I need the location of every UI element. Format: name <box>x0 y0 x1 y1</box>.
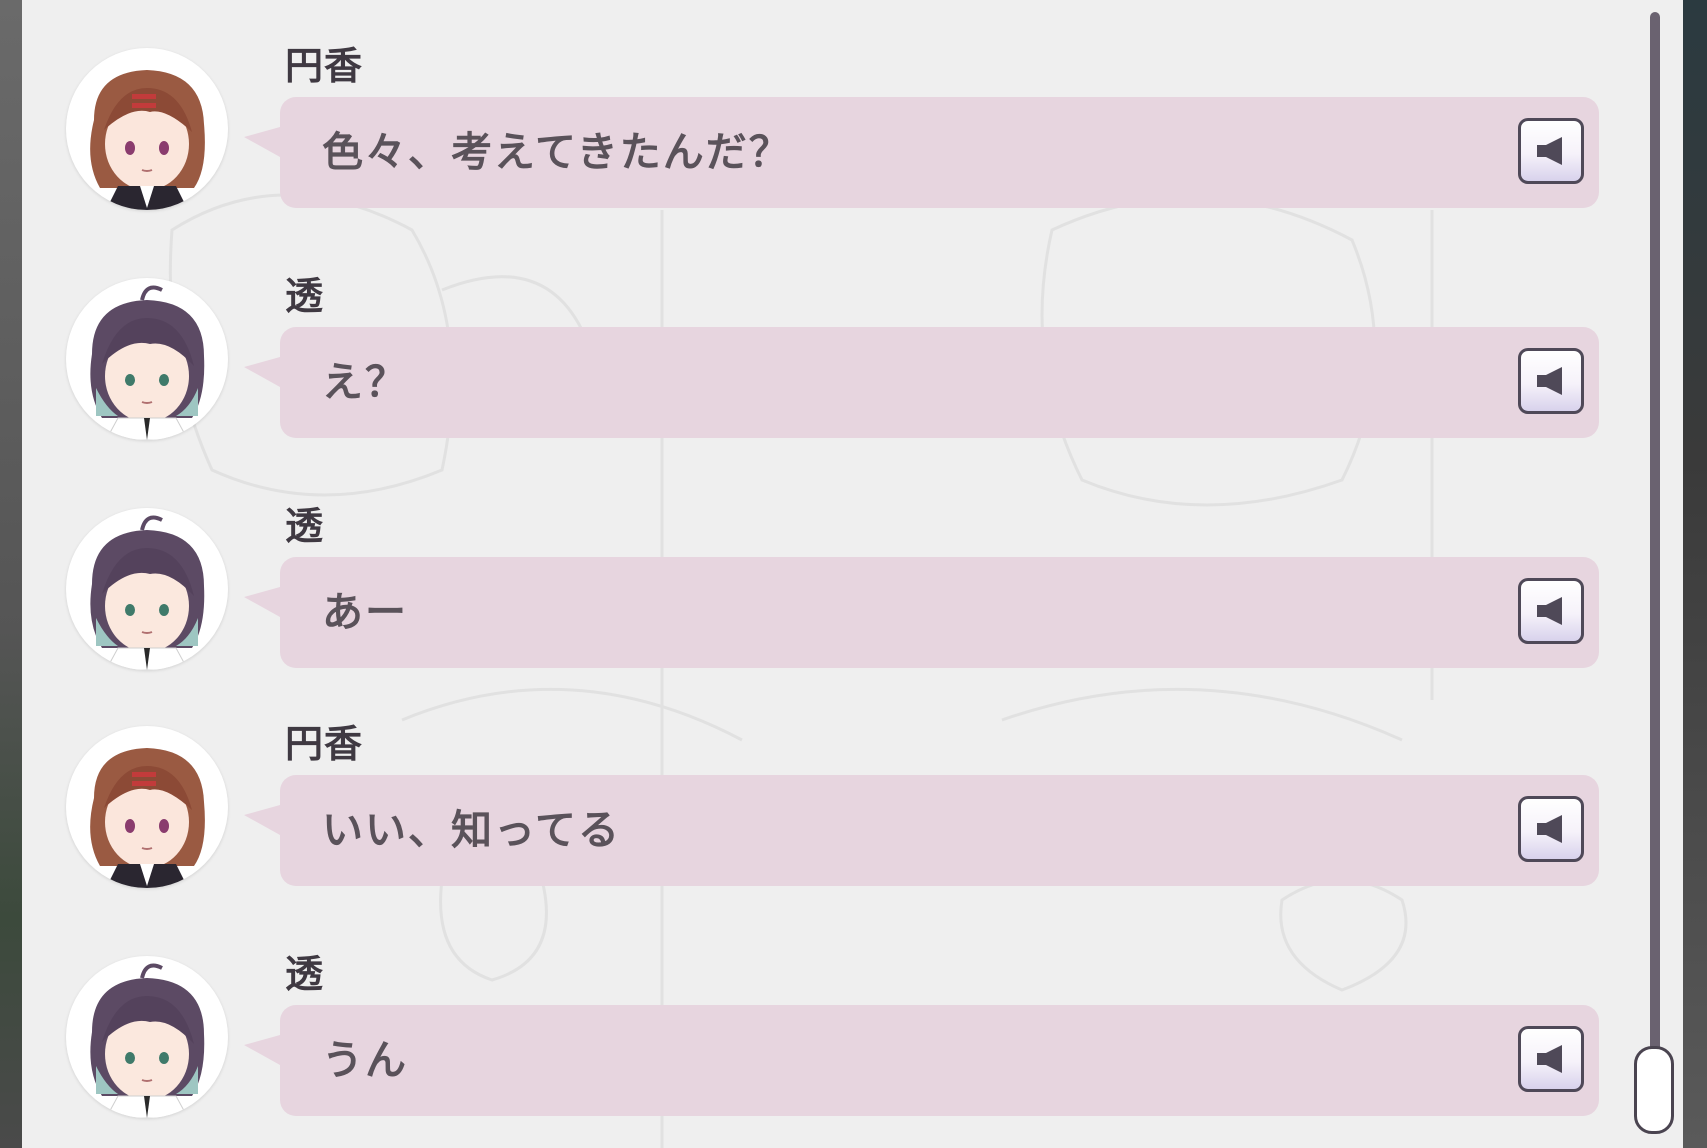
log-entry: 透 え？ <box>22 272 1683 448</box>
speaker-name: 円香 <box>285 44 364 88</box>
background-left-edge <box>0 0 22 1148</box>
speaker-name: 透 <box>285 504 325 548</box>
toru-avatar-icon <box>66 956 228 1118</box>
dialogue-text: いい、知ってる <box>322 806 621 854</box>
speaker-name: 透 <box>285 952 325 996</box>
voice-replay-button[interactable] <box>1518 796 1584 862</box>
dialogue-bubble: え？ <box>244 327 1599 438</box>
voice-replay-button[interactable] <box>1518 348 1584 414</box>
madoka-avatar-icon <box>66 48 228 210</box>
bubble-tail <box>244 1035 280 1065</box>
dialogue-text: 色々、考えてきたんだ？ <box>322 128 792 176</box>
dialogue-text: あー <box>322 588 408 636</box>
scrollbar-track[interactable] <box>1650 12 1660 1128</box>
scrollbar-thumb[interactable] <box>1634 1046 1674 1134</box>
dialogue-text: うん <box>322 1036 408 1084</box>
bubble-tail <box>244 587 280 617</box>
voice-replay-button[interactable] <box>1518 118 1584 184</box>
background-right-edge <box>1683 0 1707 1148</box>
speaker-icon <box>1537 137 1562 165</box>
backlog-panel: 円香 色々、考えてきたんだ？ 透 え？ 透 あー 円香 いい、知ってる 透 うん <box>22 0 1683 1148</box>
log-entry: 透 あー <box>22 502 1683 678</box>
dialogue-bubble: あー <box>244 557 1599 668</box>
dialogue-bubble: うん <box>244 1005 1599 1116</box>
speaker-icon <box>1537 597 1562 625</box>
toru-avatar-icon <box>66 278 228 440</box>
madoka-avatar-icon <box>66 726 228 888</box>
log-entry: 円香 いい、知ってる <box>22 720 1683 896</box>
speaker-icon <box>1537 367 1562 395</box>
log-entry: 透 うん <box>22 950 1683 1126</box>
toru-avatar-icon <box>66 508 228 670</box>
backlog-scrollbar[interactable] <box>1630 12 1680 1136</box>
bubble-tail <box>244 127 280 157</box>
dialogue-text: え？ <box>322 358 408 406</box>
speaker-icon <box>1537 815 1562 843</box>
log-entry: 円香 色々、考えてきたんだ？ <box>22 42 1683 218</box>
dialogue-bubble: 色々、考えてきたんだ？ <box>244 97 1599 208</box>
voice-replay-button[interactable] <box>1518 578 1584 644</box>
voice-replay-button[interactable] <box>1518 1026 1584 1092</box>
bubble-tail <box>244 805 280 835</box>
speaker-name: 透 <box>285 274 325 318</box>
dialogue-bubble: いい、知ってる <box>244 775 1599 886</box>
speaker-name: 円香 <box>285 722 364 766</box>
bubble-tail <box>244 357 280 387</box>
speaker-icon <box>1537 1045 1562 1073</box>
